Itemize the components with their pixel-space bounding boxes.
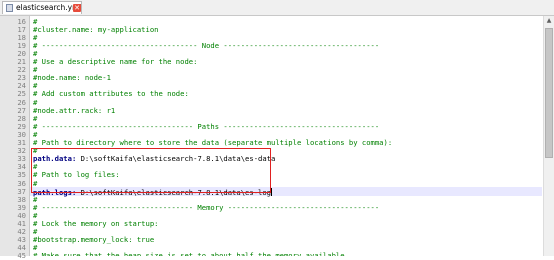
code-line[interactable]: # Use a descriptive name for the node: bbox=[33, 57, 197, 66]
code-line[interactable]: # Lock the memory on startup: bbox=[33, 219, 159, 228]
close-icon[interactable]: ✕ bbox=[73, 4, 81, 12]
comment-text: #cluster.name: my-application bbox=[33, 24, 159, 34]
code-line[interactable]: # Make sure that the heap size is set to… bbox=[33, 251, 345, 256]
comment-text: #node.attr.rack: r1 bbox=[33, 105, 116, 115]
code-line[interactable]: #node.attr.rack: r1 bbox=[33, 106, 115, 115]
comment-text: # ----------------------------------- Me… bbox=[33, 202, 380, 212]
comment-text: # Add custom attributes to the node: bbox=[33, 89, 189, 99]
tab-elasticsearch-yml[interactable]: elasticsearch.yml ✕ bbox=[2, 1, 82, 14]
code-editor[interactable]: # #cluster.name: my-application # # -------… bbox=[30, 16, 542, 256]
comment-text: #bootstrap.memory_lock: true bbox=[33, 235, 155, 245]
code-line[interactable]: #cluster.name: my-application bbox=[33, 25, 159, 34]
vertical-scrollbar[interactable]: ▲ bbox=[543, 16, 554, 256]
code-line[interactable]: #node.name: node-1 bbox=[33, 73, 111, 82]
tab-bar: elasticsearch.yml ✕ bbox=[0, 0, 554, 16]
code-line[interactable]: # ------------------------------------ N… bbox=[33, 41, 379, 50]
scrollbar-thumb[interactable] bbox=[545, 28, 553, 158]
comment-text: #node.name: node-1 bbox=[33, 73, 111, 83]
code-line[interactable]: #bootstrap.memory_lock: true bbox=[33, 235, 154, 244]
file-icon bbox=[6, 4, 13, 12]
code-line[interactable]: # ----------------------------------- Me… bbox=[33, 203, 379, 212]
comment-text: # Lock the memory on startup: bbox=[33, 219, 159, 228]
annotation-box bbox=[31, 148, 271, 193]
code-line[interactable]: # ----------------------------------- Pa… bbox=[33, 122, 379, 131]
line-number-gutter: 16 17 18 19 20 21 22 23 24 25 26 27 28 29 30 31 32 33 34 35… bbox=[0, 16, 30, 260]
comment-text: # Use a descriptive name for the node: bbox=[33, 57, 198, 66]
scroll-up-icon[interactable]: ▲ bbox=[544, 16, 554, 26]
comment-text: # Path to directory where to store the d… bbox=[33, 138, 393, 147]
tab-label: elasticsearch.yml bbox=[16, 3, 82, 12]
text-cursor bbox=[271, 187, 273, 196]
comment-text: # Make sure that the heap size is set to… bbox=[33, 251, 345, 256]
comment-text: # ----------------------------------- Pa… bbox=[33, 121, 380, 131]
comment-text: # ------------------------------------ N… bbox=[33, 40, 380, 50]
code-line[interactable]: # Path to directory where to store the d… bbox=[33, 138, 392, 147]
code-line[interactable]: # Add custom attributes to the node: bbox=[33, 89, 189, 98]
